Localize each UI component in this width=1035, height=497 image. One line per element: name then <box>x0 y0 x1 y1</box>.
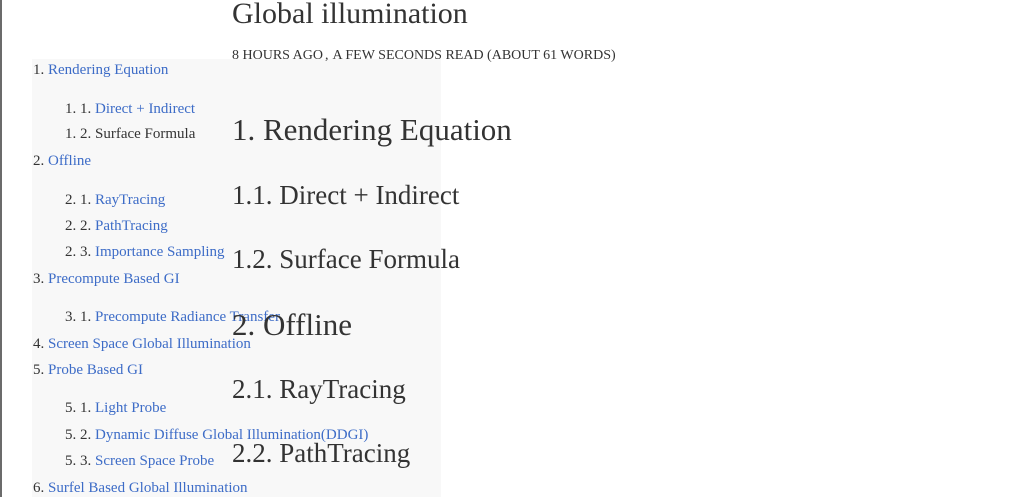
toc-item-importance-sampling[interactable]: 2. 3. Importance Sampling <box>65 243 225 261</box>
toc-item-number: 2. 3. <box>65 244 92 260</box>
toc-link-rendering-equation[interactable]: Rendering Equation <box>48 62 168 78</box>
toc-item-precompute-based-gi[interactable]: 3. Precompute Based GI <box>33 270 180 288</box>
toc-item-number: 3. <box>33 271 45 287</box>
toc-item-number: 2. 2. <box>65 218 92 234</box>
toc-link-direct-indirect[interactable]: Direct + Indirect <box>95 101 195 117</box>
post-time: 8 HOURS AGO <box>232 48 324 63</box>
toc-item-number: 5. 1. <box>65 400 92 416</box>
toc-link-pathtracing[interactable]: PathTracing <box>95 218 168 234</box>
section-heading-rendering-equation: 1. Rendering Equation <box>232 112 512 147</box>
toc-item-light-probe[interactable]: 5. 1. Light Probe <box>65 399 166 417</box>
page-title: Global illumination <box>232 0 468 30</box>
toc-link-importance-sampling[interactable]: Importance Sampling <box>95 244 225 260</box>
toc-item-pathtracing[interactable]: 2. 2. PathTracing <box>65 217 168 235</box>
toc-item-number: 1. <box>33 62 45 78</box>
toc-link-probe-based-gi[interactable]: Probe Based GI <box>48 362 143 378</box>
section-heading-surface-formula: 1.2. Surface Formula <box>232 244 460 274</box>
toc-item-number: 5. <box>33 362 45 378</box>
toc-item-number: 5. 3. <box>65 453 92 469</box>
section-heading-direct-indirect: 1.1. Direct + Indirect <box>232 180 460 210</box>
toc-item-raytracing[interactable]: 2. 1. RayTracing <box>65 191 165 209</box>
toc-item-direct-indirect[interactable]: 1. 1. Direct + Indirect <box>65 100 195 118</box>
page-left-border <box>0 0 2 497</box>
post-read-time: A FEW SECONDS READ (ABOUT 61 WORDS) <box>332 48 616 63</box>
toc-item-number: 4. <box>33 336 45 352</box>
toc-item-number: 2. <box>33 153 45 169</box>
post-meta: 8 HOURS AGO, A FEW SECONDS READ (ABOUT 61… <box>232 48 616 63</box>
section-heading-raytracing: 2.1. RayTracing <box>232 374 406 404</box>
section-heading-pathtracing: 2.2. PathTracing <box>232 438 411 468</box>
toc-link-light-probe[interactable]: Light Probe <box>95 400 166 416</box>
toc-item-rendering-equation[interactable]: 1. Rendering Equation <box>33 61 168 79</box>
toc-item-number: 3. 1. <box>65 309 92 325</box>
toc-label-surface-formula: Surface Formula <box>95 126 196 142</box>
toc-item-screen-space-probe[interactable]: 5. 3. Screen Space Probe <box>65 452 214 470</box>
toc-link-screen-space-probe[interactable]: Screen Space Probe <box>95 453 214 469</box>
toc-link-offline[interactable]: Offline <box>48 153 91 169</box>
toc-link-screen-space-gi[interactable]: Screen Space Global Illumination <box>48 336 251 352</box>
toc-item-offline[interactable]: 2. Offline <box>33 152 91 170</box>
toc-item-number: 1. 2. <box>65 126 92 142</box>
toc-item-number: 1. 1. <box>65 101 92 117</box>
toc-item-surface-formula: 1. 2. Surface Formula <box>65 125 195 143</box>
toc-item-screen-space-gi[interactable]: 4. Screen Space Global Illumination <box>33 335 251 353</box>
toc-link-raytracing[interactable]: RayTracing <box>95 192 165 208</box>
section-heading-offline: 2. Offline <box>232 307 352 342</box>
toc-item-probe-based-gi[interactable]: 5. Probe Based GI <box>33 361 143 379</box>
toc-item-number: 6. <box>33 480 45 496</box>
toc-item-surfel-based-gi[interactable]: 6. Surfel Based Global Illumination <box>33 479 248 497</box>
toc-link-precompute-based-gi[interactable]: Precompute Based GI <box>48 271 180 287</box>
toc-item-number: 5. 2. <box>65 427 92 443</box>
toc-item-number: 2. 1. <box>65 192 92 208</box>
toc-link-surfel-based-gi[interactable]: Surfel Based Global Illumination <box>48 480 248 496</box>
